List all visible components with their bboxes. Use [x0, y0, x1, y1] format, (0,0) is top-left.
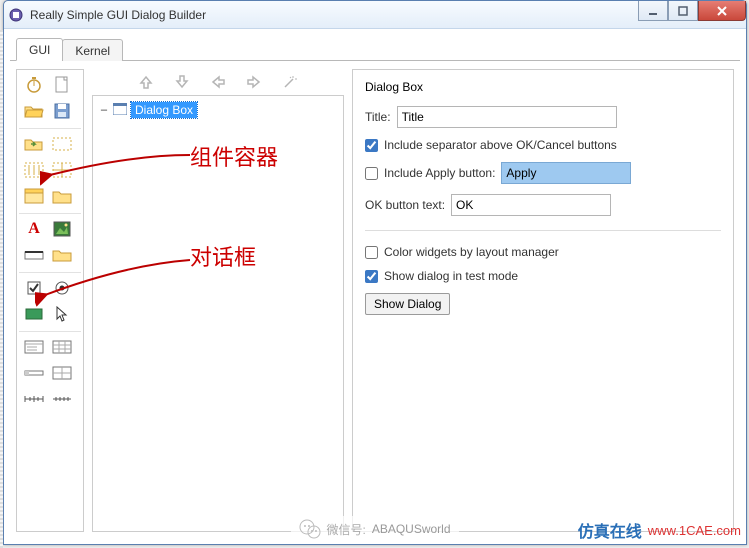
include-separator-checkbox[interactable]	[365, 139, 378, 152]
scale-icon[interactable]	[23, 390, 45, 408]
tree-node-label[interactable]: Dialog Box	[131, 102, 197, 118]
cursor-icon[interactable]	[51, 305, 73, 323]
properties-heading: Dialog Box	[365, 80, 721, 94]
site-url: www.1CAE.com	[648, 523, 741, 538]
site-badge: 仿真在线 www.1CAE.com	[578, 518, 741, 542]
site-name-zh: 仿真在线	[578, 518, 642, 542]
include-apply-checkbox[interactable]	[365, 167, 378, 180]
arrow-up-icon[interactable]	[135, 73, 157, 91]
wechat-icon	[298, 518, 320, 540]
save-icon[interactable]	[51, 102, 73, 120]
window-title: Really Simple GUI Dialog Builder	[30, 8, 206, 22]
tree-toolbar	[92, 69, 344, 95]
blank-icon[interactable]	[51, 416, 73, 434]
grid-box-icon[interactable]	[51, 161, 73, 179]
color-by-layout-checkbox[interactable]	[365, 246, 378, 259]
wand-icon[interactable]	[279, 73, 301, 91]
tree-node-root[interactable]: − Dialog Box	[99, 102, 337, 118]
show-dialog-button[interactable]: Show Dialog	[365, 293, 450, 315]
folder2-icon[interactable]	[51, 246, 73, 264]
app-window: Really Simple GUI Dialog Builder GUI Ker…	[3, 0, 747, 545]
apply-text-input[interactable]	[501, 162, 631, 184]
timer-icon[interactable]	[23, 76, 45, 94]
tree-toggle-icon[interactable]: −	[99, 103, 109, 117]
watermark: 微信号: ABAQUSworld	[290, 516, 458, 542]
widget-tree[interactable]: − Dialog Box	[92, 95, 344, 532]
tab-gui[interactable]: GUI	[16, 38, 63, 61]
grid2-icon[interactable]	[51, 364, 73, 382]
panel-icon[interactable]	[23, 187, 45, 205]
titlebar: Really Simple GUI Dialog Builder	[4, 1, 746, 29]
dialog-node-icon	[113, 103, 127, 118]
close-button[interactable]	[698, 1, 746, 21]
checkbox-icon[interactable]	[23, 279, 45, 297]
tab-kernel[interactable]: Kernel	[62, 39, 123, 61]
separator	[365, 230, 721, 231]
minimize-button[interactable]	[638, 1, 668, 21]
vlines-box-icon[interactable]	[23, 161, 45, 179]
hbar-icon[interactable]	[23, 364, 45, 382]
page-icon[interactable]	[51, 76, 73, 94]
tool-palette: A	[16, 69, 84, 532]
show-test-checkbox[interactable]	[365, 270, 378, 283]
arrow-down-icon[interactable]	[171, 73, 193, 91]
dashed-box-icon[interactable]	[51, 135, 73, 153]
weixin-name: ABAQUSworld	[372, 522, 451, 536]
folder-open-icon[interactable]	[23, 102, 45, 120]
maximize-button[interactable]	[668, 1, 698, 21]
arrow-right-icon[interactable]	[243, 73, 265, 91]
client-area: GUI Kernel	[10, 35, 740, 538]
arrow-left-icon[interactable]	[207, 73, 229, 91]
include-apply-label: Include Apply button:	[384, 166, 495, 180]
tabstrip: GUI Kernel	[10, 35, 740, 61]
folder-icon[interactable]	[51, 187, 73, 205]
properties-panel: Dialog Box Title: Include separator abov…	[352, 69, 734, 532]
text-a-icon[interactable]: A	[23, 220, 45, 238]
title-label: Title:	[365, 110, 391, 124]
folder-arrow-icon[interactable]	[23, 135, 45, 153]
blank-icon[interactable]	[23, 416, 45, 434]
color-by-layout-label: Color widgets by layout manager	[384, 245, 559, 259]
picture-icon[interactable]	[51, 220, 73, 238]
title-input[interactable]	[397, 106, 617, 128]
weixin-label: 微信号:	[326, 521, 365, 538]
radio-icon[interactable]	[51, 279, 73, 297]
rect-icon[interactable]	[23, 305, 45, 323]
show-test-label: Show dialog in test mode	[384, 269, 518, 283]
include-separator-label: Include separator above OK/Cancel button…	[384, 138, 617, 152]
tray-icon[interactable]	[23, 246, 45, 264]
ok-text-input[interactable]	[451, 194, 611, 216]
left-edge-strip	[0, 30, 3, 548]
list-icon[interactable]	[23, 338, 45, 356]
scale2-icon[interactable]	[51, 390, 73, 408]
table-icon[interactable]	[51, 338, 73, 356]
center-panel: − Dialog Box	[92, 69, 344, 532]
app-icon	[8, 7, 24, 23]
ok-text-label: OK button text:	[365, 198, 445, 212]
